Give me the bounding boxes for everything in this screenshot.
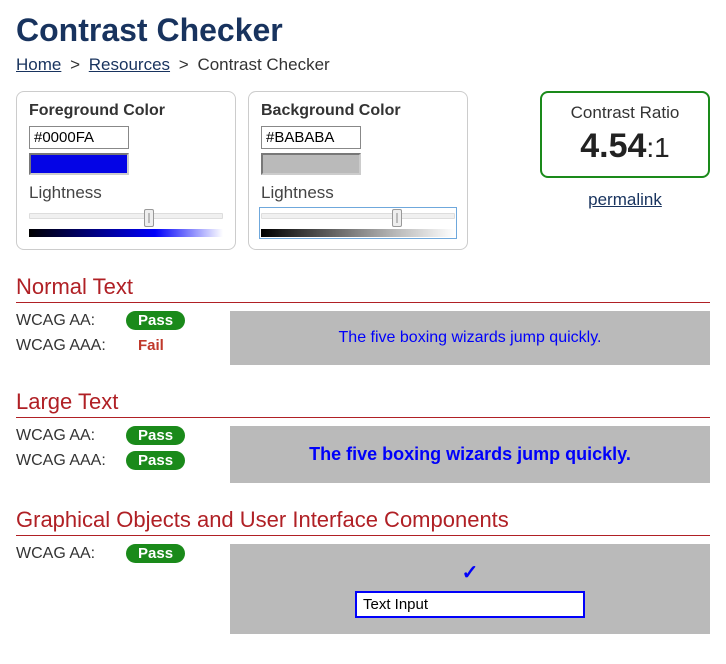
- foreground-lightness-label: Lightness: [29, 183, 223, 203]
- background-swatch[interactable]: [261, 153, 361, 175]
- contrast-ratio-title: Contrast Ratio: [556, 103, 694, 123]
- background-legend: Background Color: [261, 102, 455, 120]
- contrast-ratio-value: 4.54:1: [556, 127, 694, 166]
- normal-aaa-label: WCAG AAA:: [16, 337, 116, 355]
- background-hex-input[interactable]: [261, 126, 361, 149]
- foreground-lightness-slider[interactable]: [29, 209, 223, 237]
- normal-aaa-status: Fail: [126, 336, 176, 355]
- checkmark-icon: ✓: [462, 560, 479, 585]
- normal-sample: The five boxing wizards jump quickly.: [230, 311, 710, 365]
- background-lightness-label: Lightness: [261, 183, 455, 203]
- large-text-heading: Large Text: [16, 389, 710, 418]
- contrast-ratio-box: Contrast Ratio 4.54:1: [540, 91, 710, 178]
- page-title: Contrast Checker: [16, 12, 710, 49]
- breadcrumb-current: Contrast Checker: [197, 55, 329, 74]
- foreground-hex-input[interactable]: [29, 126, 129, 149]
- foreground-swatch[interactable]: [29, 153, 129, 175]
- large-aaa-status: Pass: [126, 451, 185, 470]
- breadcrumb-sep: >: [70, 55, 80, 74]
- permalink-link[interactable]: permalink: [588, 190, 662, 209]
- foreground-panel: Foreground Color Lightness: [16, 91, 236, 250]
- breadcrumb-home[interactable]: Home: [16, 55, 61, 74]
- ui-sample: ✓: [230, 544, 710, 634]
- normal-text-heading: Normal Text: [16, 274, 710, 303]
- large-aaa-label: WCAG AAA:: [16, 452, 116, 470]
- breadcrumb-sep: >: [179, 55, 189, 74]
- large-sample: The five boxing wizards jump quickly.: [230, 426, 710, 483]
- foreground-legend: Foreground Color: [29, 102, 223, 120]
- ui-components-heading: Graphical Objects and User Interface Com…: [16, 507, 710, 536]
- normal-text-section: Normal Text WCAG AA: Pass WCAG AAA: Fail…: [16, 274, 710, 365]
- demo-text-input[interactable]: [355, 591, 585, 618]
- ui-aa-label: WCAG AA:: [16, 545, 116, 563]
- background-lightness-slider[interactable]: [261, 209, 455, 237]
- normal-aa-label: WCAG AA:: [16, 312, 116, 330]
- large-aa-label: WCAG AA:: [16, 427, 116, 445]
- background-panel: Background Color Lightness: [248, 91, 468, 250]
- breadcrumb: Home > Resources > Contrast Checker: [16, 55, 710, 75]
- large-text-section: Large Text WCAG AA: Pass WCAG AAA: Pass …: [16, 389, 710, 483]
- ui-components-section: Graphical Objects and User Interface Com…: [16, 507, 710, 634]
- breadcrumb-resources[interactable]: Resources: [89, 55, 170, 74]
- large-aa-status: Pass: [126, 426, 185, 445]
- normal-aa-status: Pass: [126, 311, 185, 330]
- ui-aa-status: Pass: [126, 544, 185, 563]
